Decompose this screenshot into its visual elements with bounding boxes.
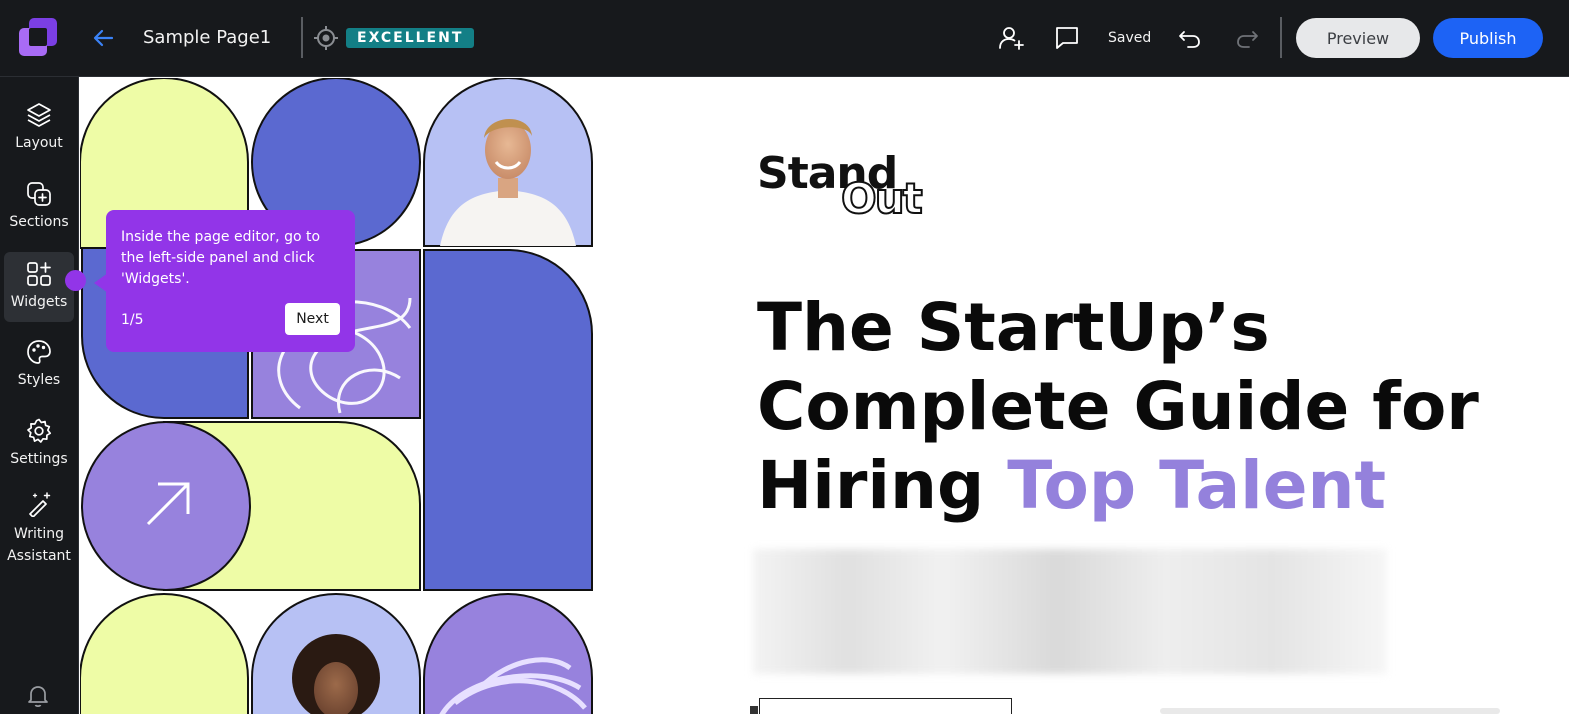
back-arrow-icon[interactable] — [90, 26, 116, 50]
sidebar-item-label: Settings — [10, 451, 68, 467]
preview-button[interactable]: Preview — [1296, 18, 1420, 58]
headline-line-2: Complete Guide for — [757, 368, 1479, 445]
sidebar-item-label: Widgets — [10, 294, 68, 310]
left-sidebar: Layout Sections Widgets Styles Settings — [0, 77, 79, 714]
add-section-icon — [27, 182, 51, 206]
publish-button[interactable]: Publish — [1433, 18, 1543, 58]
seo-score-badge[interactable]: EXCELLENT — [346, 28, 475, 48]
layers-icon — [27, 103, 51, 127]
sidebar-item-settings[interactable]: Settings — [4, 417, 74, 477]
bell-icon[interactable] — [24, 681, 52, 709]
page-canvas: Stand Out The StartUp’s Complete Guide f… — [80, 78, 1569, 714]
add-user-icon[interactable] — [997, 24, 1025, 52]
save-status: Saved — [1108, 30, 1152, 46]
page-name[interactable]: Sample Page1 — [143, 27, 271, 48]
brand-line-2: Out — [840, 173, 924, 224]
headline-line-3: Hiring Top Talent — [757, 446, 1517, 525]
brand-logo: Stand Out — [757, 148, 937, 228]
magic-pen-icon — [29, 492, 51, 517]
headline-plain: Hiring — [757, 447, 1008, 524]
logo-icon[interactable] — [19, 18, 57, 56]
cta-outline-box[interactable] — [759, 698, 1012, 714]
blurred-logos-strip — [753, 549, 1387, 674]
sidebar-item-label: Sections — [9, 214, 69, 230]
placeholder-line — [1160, 708, 1500, 714]
sidebar-item-writing-assistant[interactable]: Writing Assistant — [4, 491, 74, 571]
sidebar-item-label: Layout — [15, 135, 63, 151]
next-button[interactable]: Next — [285, 303, 340, 335]
comment-icon[interactable] — [1053, 24, 1081, 52]
top-bar: Sample Page1 EXCELLENT Saved Preview Pub… — [0, 0, 1569, 77]
gear-icon — [27, 418, 52, 443]
marker — [750, 706, 758, 714]
lime-arch-bottom — [80, 593, 249, 714]
purple-swirl-arch — [423, 593, 593, 714]
palette-icon — [27, 340, 51, 364]
redo-icon[interactable] — [1233, 24, 1261, 52]
sidebar-item-layout[interactable]: Layout — [4, 101, 74, 161]
tour-pulse-dot — [65, 270, 86, 291]
divider — [301, 17, 303, 58]
sidebar-item-label: Styles — [17, 372, 61, 388]
tooltip-message: Inside the page editor, go to the left-s… — [121, 229, 321, 287]
page-headline: The StartUp’s Complete Guide for Hiring … — [757, 288, 1517, 525]
widgets-icon — [27, 262, 51, 286]
undo-icon[interactable] — [1176, 24, 1204, 52]
sidebar-item-styles[interactable]: Styles — [4, 338, 74, 398]
tooltip-step-counter: 1/5 — [121, 312, 144, 328]
headline-line-1: The StartUp’s — [757, 289, 1270, 366]
divider — [1280, 17, 1282, 58]
sidebar-item-label: Writing Assistant — [7, 526, 71, 564]
blue-dome-shape — [423, 249, 593, 591]
headline-accent: Top Talent — [1007, 447, 1387, 524]
sidebar-item-widgets[interactable]: Widgets — [4, 252, 74, 322]
decorative-shapes-grid — [80, 78, 593, 714]
target-icon[interactable] — [314, 26, 338, 50]
sidebar-item-sections[interactable]: Sections — [4, 180, 74, 240]
